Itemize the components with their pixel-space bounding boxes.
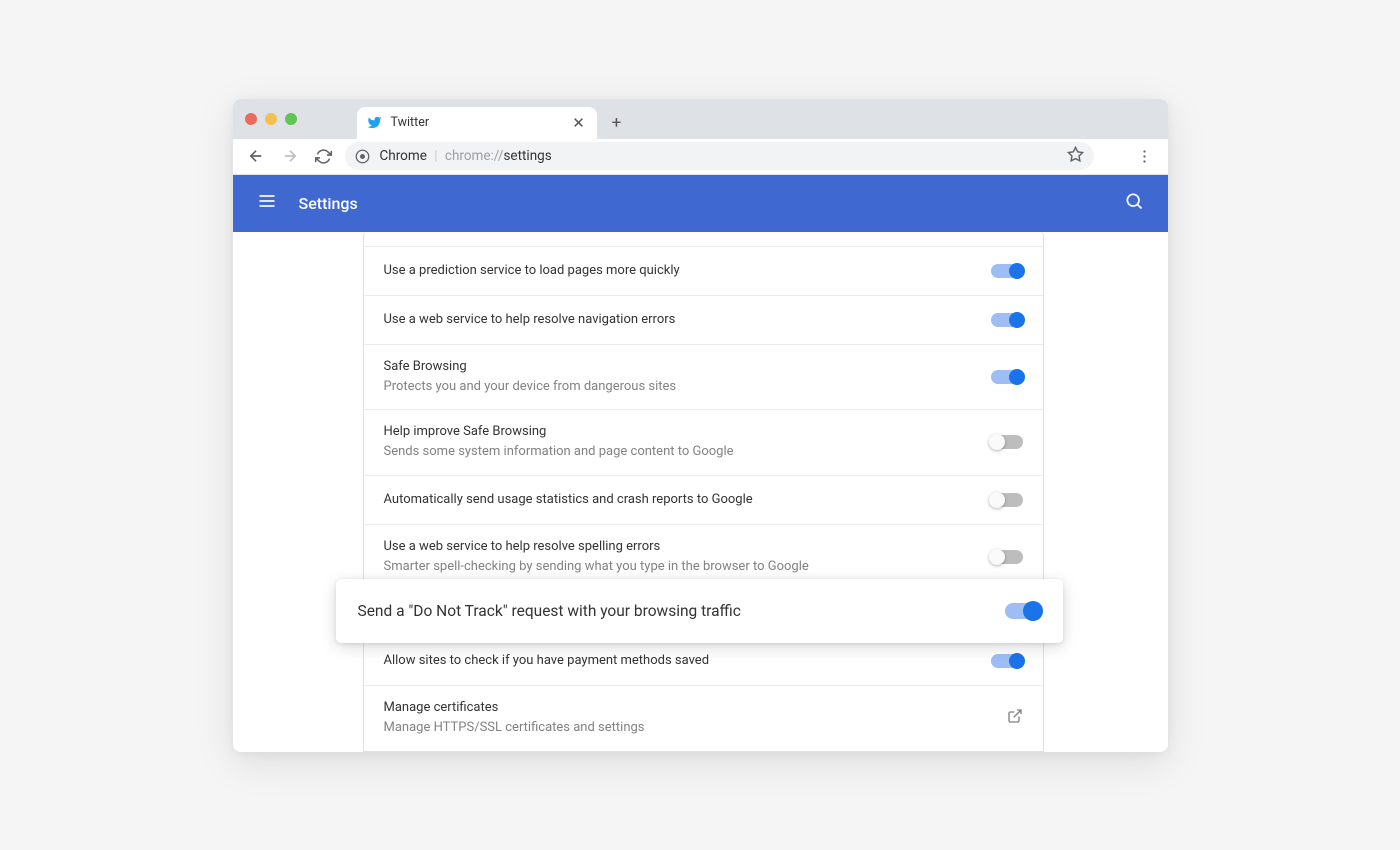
- list-item: [364, 232, 1043, 247]
- toggle[interactable]: [991, 313, 1023, 327]
- setting-title: Use a web service to help resolve spelli…: [384, 538, 991, 556]
- twitter-icon: [367, 115, 383, 131]
- setting-improve-sb[interactable]: Help improve Safe Browsing Sends some sy…: [364, 410, 1043, 475]
- setting-title: Safe Browsing: [384, 358, 991, 376]
- bookmark-icon[interactable]: [1067, 146, 1084, 167]
- toggle[interactable]: [991, 493, 1023, 507]
- setting-title: Help improve Safe Browsing: [384, 423, 991, 441]
- content-area: Use a prediction service to load pages m…: [233, 232, 1168, 752]
- setting-payment[interactable]: Allow sites to check if you have payment…: [364, 637, 1043, 686]
- setting-title: Automatically send usage statistics and …: [384, 491, 991, 509]
- tab-bar: Twitter ✕ +: [233, 99, 1168, 139]
- toggle[interactable]: [1005, 603, 1041, 619]
- callout-text: Send a "Do Not Track" request with your …: [358, 602, 1005, 620]
- back-button[interactable]: [243, 143, 269, 169]
- setting-certificates[interactable]: Manage certificates Manage HTTPS/SSL cer…: [364, 686, 1043, 750]
- forward-button[interactable]: [277, 143, 303, 169]
- omnibox[interactable]: Chrome | chrome://settings: [345, 142, 1094, 170]
- toggle[interactable]: [991, 370, 1023, 384]
- setting-usage-stats[interactable]: Automatically send usage statistics and …: [364, 476, 1043, 525]
- setting-title: Allow sites to check if you have payment…: [384, 652, 991, 670]
- setting-title: Manage certificates: [384, 699, 1007, 717]
- tab-title: Twitter: [391, 115, 563, 130]
- page-title: Settings: [299, 194, 358, 213]
- new-tab-button[interactable]: +: [603, 109, 631, 137]
- toolbar: Chrome | chrome://settings: [233, 139, 1168, 175]
- maximize-window-button[interactable]: [285, 113, 297, 125]
- chrome-icon: [355, 148, 371, 164]
- url-prefix: chrome://: [445, 148, 504, 164]
- minimize-window-button[interactable]: [265, 113, 277, 125]
- toggle[interactable]: [991, 654, 1023, 668]
- sidebar: [233, 232, 363, 752]
- external-link-icon[interactable]: [1007, 708, 1023, 728]
- setting-prediction[interactable]: Use a prediction service to load pages m…: [364, 247, 1043, 296]
- setting-safe-browsing[interactable]: Safe Browsing Protects you and your devi…: [364, 345, 1043, 410]
- url-path: settings: [503, 148, 551, 164]
- browser-tab[interactable]: Twitter ✕: [357, 107, 597, 139]
- setting-sub: Protects you and your device from danger…: [384, 378, 991, 396]
- reload-button[interactable]: [311, 143, 337, 169]
- toggle[interactable]: [991, 435, 1023, 449]
- setting-sub: Manage HTTPS/SSL certificates and settin…: [384, 719, 1007, 737]
- setting-sub: Smarter spell-checking by sending what y…: [384, 558, 991, 576]
- settings-card: Use a prediction service to load pages m…: [363, 232, 1044, 752]
- setting-nav-errors[interactable]: Use a web service to help resolve naviga…: [364, 296, 1043, 345]
- window-controls: [245, 113, 357, 139]
- setting-title: Use a prediction service to load pages m…: [384, 262, 991, 280]
- callout-dnt: Send a "Do Not Track" request with your …: [336, 579, 1063, 643]
- hamburger-icon[interactable]: [257, 191, 277, 215]
- toggle[interactable]: [991, 264, 1023, 278]
- setting-title: Use a web service to help resolve naviga…: [384, 311, 991, 329]
- browser-menu-button[interactable]: [1132, 143, 1158, 169]
- app-header: Settings: [233, 175, 1168, 232]
- toggle[interactable]: [991, 550, 1023, 564]
- close-tab-icon[interactable]: ✕: [571, 115, 587, 131]
- search-icon[interactable]: [1124, 191, 1144, 215]
- setting-sub: Sends some system information and page c…: [384, 443, 991, 461]
- url-app: Chrome: [380, 148, 427, 164]
- browser-window: Twitter ✕ + Chrome | chrome://settings: [233, 99, 1168, 752]
- close-window-button[interactable]: [245, 113, 257, 125]
